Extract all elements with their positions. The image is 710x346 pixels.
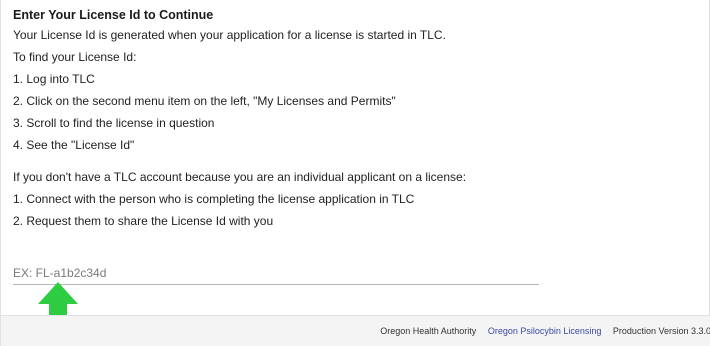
- intro-text: Your License Id is generated when your a…: [13, 28, 446, 42]
- no-account-text: If you don't have a TLC account because …: [13, 170, 467, 184]
- find-step-1: 1. Log into TLC: [13, 72, 95, 86]
- no-account-step-2: 2. Request them to share the License Id …: [13, 214, 274, 228]
- footer-content: Oregon Health Authority Oregon Psilocybi…: [371, 316, 710, 346]
- page-footer: Oregon Health Authority Oregon Psilocybi…: [1, 315, 710, 346]
- page-heading: Enter Your License Id to Continue: [13, 8, 214, 22]
- footer-version: Production Version 3.3.0: [612, 326, 710, 336]
- footer-program-link[interactable]: Oregon Psilocybin Licensing: [488, 316, 602, 346]
- license-id-page: Enter Your License Id to Continue Your L…: [0, 0, 710, 346]
- find-license-title: To find your License Id:: [13, 50, 137, 64]
- find-step-3: 3. Scroll to find the license in questio…: [13, 116, 215, 130]
- no-account-step-1: 1. Connect with the person who is comple…: [13, 192, 415, 206]
- instructions-panel: Enter Your License Id to Continue Your L…: [13, 6, 703, 232]
- find-step-2: 2. Click on the second menu item on the …: [13, 94, 396, 108]
- footer-authority: Oregon Health Authority: [380, 326, 477, 336]
- license-id-input[interactable]: [13, 262, 539, 284]
- find-step-4: 4. See the "License Id": [13, 138, 135, 152]
- license-id-field[interactable]: [13, 262, 539, 285]
